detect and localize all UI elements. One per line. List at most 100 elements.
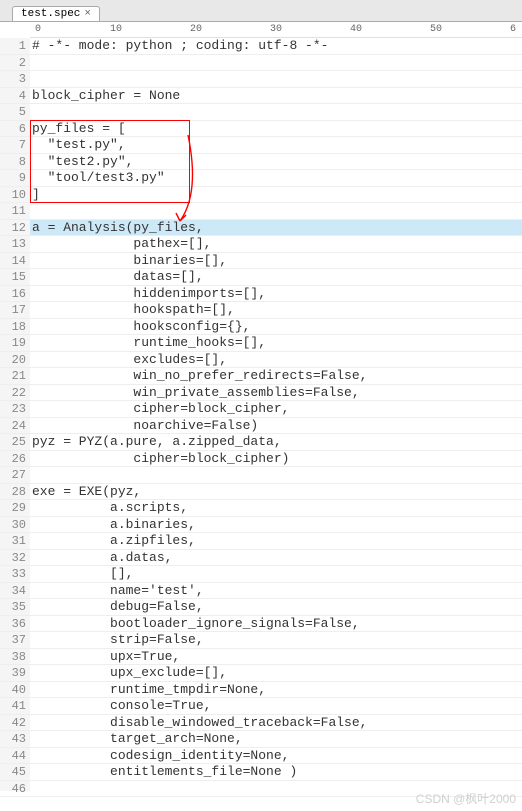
code-line[interactable]: upx=True,: [30, 649, 522, 666]
line-number: 33: [0, 566, 30, 583]
ruler-mark: 30: [270, 24, 282, 35]
line-number: 18: [0, 319, 30, 336]
line-number: 42: [0, 715, 30, 732]
line-number: 29: [0, 500, 30, 517]
code-line[interactable]: a.binaries,: [30, 517, 522, 534]
code-line[interactable]: target_arch=None,: [30, 731, 522, 748]
ruler: 0 10 20 30 40 50 6: [30, 22, 522, 38]
line-number: 30: [0, 517, 30, 534]
code-line[interactable]: pathex=[],: [30, 236, 522, 253]
line-number: 22: [0, 385, 30, 402]
code-line[interactable]: [30, 55, 522, 72]
code-line[interactable]: "test2.py",: [30, 154, 522, 171]
code-line[interactable]: cipher=block_cipher): [30, 451, 522, 468]
code-area[interactable]: # -*- mode: python ; coding: utf-8 -*- bl…: [30, 38, 522, 791]
code-line[interactable]: a.scripts,: [30, 500, 522, 517]
line-number: 1: [0, 38, 30, 55]
code-line[interactable]: debug=False,: [30, 599, 522, 616]
line-number: 4: [0, 88, 30, 105]
code-line[interactable]: hooksconfig={},: [30, 319, 522, 336]
ruler-mark: 0: [35, 24, 41, 35]
line-number: 45: [0, 764, 30, 781]
line-number: 10: [0, 187, 30, 204]
line-number: 8: [0, 154, 30, 171]
code-line[interactable]: win_no_prefer_redirects=False,: [30, 368, 522, 385]
code-line[interactable]: noarchive=False): [30, 418, 522, 435]
line-number: 16: [0, 286, 30, 303]
line-number: 23: [0, 401, 30, 418]
line-number: 28: [0, 484, 30, 501]
line-number: 13: [0, 236, 30, 253]
code-line[interactable]: [30, 203, 522, 220]
code-line[interactable]: exe = EXE(pyz,: [30, 484, 522, 501]
code-line[interactable]: name='test',: [30, 583, 522, 600]
code-line[interactable]: [30, 104, 522, 121]
file-tab[interactable]: test.spec ×: [12, 6, 100, 21]
line-number: 43: [0, 731, 30, 748]
code-line[interactable]: [30, 71, 522, 88]
line-number: 32: [0, 550, 30, 567]
line-number: 35: [0, 599, 30, 616]
line-number: 21: [0, 368, 30, 385]
ruler-mark: 50: [430, 24, 442, 35]
code-line[interactable]: hiddenimports=[],: [30, 286, 522, 303]
code-line[interactable]: runtime_hooks=[],: [30, 335, 522, 352]
code-line[interactable]: strip=False,: [30, 632, 522, 649]
line-number: 15: [0, 269, 30, 286]
line-number: 31: [0, 533, 30, 550]
line-number: 6: [0, 121, 30, 138]
line-number: 34: [0, 583, 30, 600]
code-line[interactable]: entitlements_file=None ): [30, 764, 522, 781]
code-line[interactable]: # -*- mode: python ; coding: utf-8 -*-: [30, 38, 522, 55]
line-number: 9: [0, 170, 30, 187]
code-line[interactable]: console=True,: [30, 698, 522, 715]
editor[interactable]: 1234567891011121314151617181920212223242…: [0, 38, 522, 791]
line-number: 26: [0, 451, 30, 468]
line-number: 27: [0, 467, 30, 484]
line-number: 44: [0, 748, 30, 765]
code-line[interactable]: [30, 467, 522, 484]
code-line[interactable]: upx_exclude=[],: [30, 665, 522, 682]
code-line[interactable]: hookspath=[],: [30, 302, 522, 319]
code-line[interactable]: codesign_identity=None,: [30, 748, 522, 765]
code-line[interactable]: [],: [30, 566, 522, 583]
line-number: 36: [0, 616, 30, 633]
line-number: 38: [0, 649, 30, 666]
watermark: CSDN @枫叶2000: [416, 790, 516, 807]
line-number: 20: [0, 352, 30, 369]
code-line[interactable]: "tool/test3.py": [30, 170, 522, 187]
code-line[interactable]: py_files = [: [30, 121, 522, 138]
ruler-mark: 10: [110, 24, 122, 35]
line-number: 17: [0, 302, 30, 319]
code-line[interactable]: excludes=[],: [30, 352, 522, 369]
code-line[interactable]: bootloader_ignore_signals=False,: [30, 616, 522, 633]
ruler-mark: 6: [510, 24, 516, 35]
line-number: 11: [0, 203, 30, 220]
line-number: 5: [0, 104, 30, 121]
line-number: 24: [0, 418, 30, 435]
line-number: 40: [0, 682, 30, 699]
code-line[interactable]: a = Analysis(py_files,: [30, 220, 522, 237]
line-number: 41: [0, 698, 30, 715]
code-line[interactable]: binaries=[],: [30, 253, 522, 270]
line-number: 3: [0, 71, 30, 88]
code-line[interactable]: "test.py",: [30, 137, 522, 154]
line-number: 14: [0, 253, 30, 270]
line-number: 7: [0, 137, 30, 154]
code-line[interactable]: datas=[],: [30, 269, 522, 286]
line-number: 12: [0, 220, 30, 237]
code-line[interactable]: pyz = PYZ(a.pure, a.zipped_data,: [30, 434, 522, 451]
code-line[interactable]: cipher=block_cipher,: [30, 401, 522, 418]
code-line[interactable]: block_cipher = None: [30, 88, 522, 105]
code-line[interactable]: win_private_assemblies=False,: [30, 385, 522, 402]
line-number: 19: [0, 335, 30, 352]
line-number: 25: [0, 434, 30, 451]
code-line[interactable]: a.datas,: [30, 550, 522, 567]
close-icon[interactable]: ×: [84, 8, 91, 20]
code-line[interactable]: ]: [30, 187, 522, 204]
code-line[interactable]: a.zipfiles,: [30, 533, 522, 550]
code-line[interactable]: runtime_tmpdir=None,: [30, 682, 522, 699]
code-line[interactable]: disable_windowed_traceback=False,: [30, 715, 522, 732]
line-number: 2: [0, 55, 30, 72]
ruler-mark: 40: [350, 24, 362, 35]
